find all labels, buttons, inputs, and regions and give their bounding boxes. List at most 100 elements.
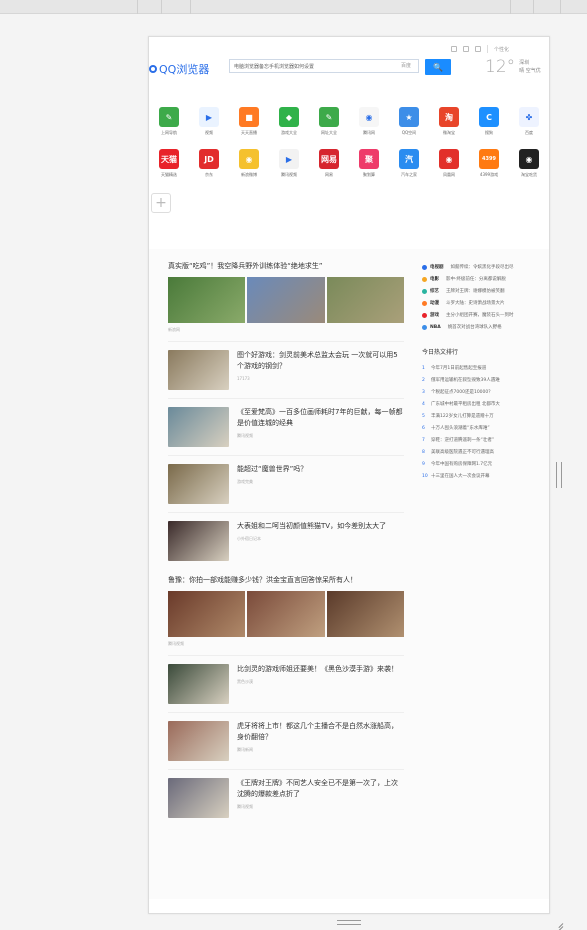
category-name: 游戏 — [430, 313, 439, 318]
search-engine-select[interactable]: 百度 — [401, 62, 411, 69]
app-tile[interactable]: ✎ 网址大全 — [309, 107, 349, 136]
category-name: 电视剧 — [430, 265, 444, 270]
personalize-link[interactable]: 个性化 — [494, 46, 509, 53]
category-row[interactable]: 动漫 斗罗大陆：史诗萧战场景大片 — [422, 297, 542, 309]
app-tile[interactable]: 网易 网易 — [309, 149, 349, 178]
app-label: 天天直播 — [241, 130, 257, 135]
hot-text: 个税起征点7000还是10000？ — [431, 390, 493, 395]
news-source: 腾讯视频 — [237, 804, 253, 809]
news-item[interactable]: 图个好游戏：剑灵前美术总监太会玩 一次就可以用5个游戏的钢剑？ 17173 — [168, 341, 404, 398]
news-title[interactable]: 能超过“魔兽世界”吗？ — [237, 464, 404, 475]
app-tile[interactable]: 汽汽车之家 — [389, 149, 429, 178]
hot-row[interactable]: 10 十三里在国人大一次会议开幕 — [422, 470, 542, 482]
app-tile[interactable]: ◉ 新浪微博 — [229, 149, 269, 178]
hot-row[interactable]: 4 广东城中村最平租房出租 北都市大 — [422, 398, 542, 410]
news-title[interactable]: 虎牙将将上市！都这几个主播合不是白然水涨船高，身价翻倍？ — [237, 721, 404, 743]
resize-corner-icon[interactable] — [553, 917, 563, 927]
hot-row[interactable]: 7 穿鞋：逆打道腾遥刺一条“壮者” — [422, 434, 542, 446]
news-item[interactable]: 虎牙将将上市！都这几个主播合不是白然水涨船高，身价翻倍？ 腾讯新闻 — [168, 712, 404, 769]
news-text: 《至爱梵高》一百多位画师耗时7年的巨献，每一帧都是价值连城的经典 腾讯视频 — [237, 407, 404, 447]
toolbar-separator — [486, 45, 488, 53]
tab-divider — [560, 0, 561, 14]
weather-desc: 晴 空气优 — [519, 68, 541, 74]
news-title[interactable]: 大表姐和二呵当初颜值熊猫TV，如今差别太大了 — [237, 521, 404, 532]
resize-handle-bottom[interactable] — [337, 920, 361, 925]
news-title[interactable]: 比剑灵的游戏师姐还要美！《黑色沙漠手游》来袭！ — [237, 664, 404, 675]
category-row[interactable]: 电影 影中·终极前任：分离都说解脱 — [422, 273, 542, 285]
qq-logo-icon — [149, 65, 157, 73]
news-list: 比剑灵的游戏师姐还要美！《黑色沙漠手游》来袭！ 黑色沙漠 虎牙将将上市！都这几个主播… — [168, 655, 404, 826]
category-row[interactable]: 综艺 王牌对王牌：谢娜模仿被笑翻 — [422, 285, 542, 297]
news-title[interactable]: 《至爱梵高》一百多位画师耗时7年的巨献，每一帧都是价值连城的经典 — [237, 407, 404, 429]
news-item[interactable]: 能超过“魔兽世界”吗？ 游戏完美 — [168, 455, 404, 512]
news-item[interactable]: 《至爱梵高》一百多位画师耗时7年的巨献，每一帧都是价值连城的经典 腾讯视频 — [168, 398, 404, 455]
juhuasuan-icon: 聚 — [359, 149, 379, 169]
app-tile[interactable]: ▶ 视频 — [189, 107, 229, 136]
news-item[interactable]: 大表姐和二呵当初颜值熊猫TV，如今差别太大了 小外宿日记本 — [168, 512, 404, 569]
app-tile[interactable]: ✎ 上网导航 — [149, 107, 189, 136]
headline[interactable]: 真实版“吃鸡”！我空降兵野外训练体验“绝地求生” — [168, 261, 404, 271]
window-icon[interactable] — [450, 46, 457, 52]
app-tile[interactable]: ◉ 淘宝吃货 — [509, 149, 549, 178]
headline-gallery[interactable] — [168, 277, 404, 323]
hot-row[interactable]: 5 丰满122岁女儿打算是遗赠十万 — [422, 410, 542, 422]
news-text: 虎牙将将上市！都这几个主播合不是白然水涨船高，身价翻倍？ 腾讯新闻 — [237, 721, 404, 761]
app-tile[interactable]: ◆ 游戏大全 — [269, 107, 309, 136]
app-tile[interactable]: 4399 4399游戏 — [469, 149, 509, 178]
hot-rank: 5 — [422, 413, 425, 419]
skin-icon[interactable] — [462, 46, 469, 52]
news-title[interactable]: 《王牌对王牌》不同艺人安全已不是第一次了，上次沈腾的爆款差点折了 — [237, 778, 404, 800]
hot-row[interactable]: 2 俄军用运输机在叙坠毁致39人遇难 — [422, 374, 542, 386]
search-icon[interactable] — [474, 46, 481, 52]
news-thumbnail — [168, 778, 229, 818]
add-site-button[interactable]: + — [151, 193, 171, 213]
gallery-photo — [326, 277, 404, 323]
app-tile[interactable]: 聚聚划算 — [349, 149, 389, 178]
search-button[interactable]: 🔍 — [425, 59, 451, 75]
hot-text: 穿鞋：逆打道腾遥刺一条“壮者” — [431, 438, 495, 443]
news-text: 比剑灵的游戏师姐还要美！《黑色沙漠手游》来袭！ 黑色沙漠 — [237, 664, 404, 704]
app-tile[interactable]: ◉ 腾讯网 — [349, 107, 389, 136]
star-icon: ★ — [399, 107, 419, 127]
hot-rank: 10 — [422, 473, 428, 479]
app-label: 聚划算 — [363, 172, 375, 177]
hot-rank: 7 — [422, 437, 425, 443]
app-tile[interactable]: 天猫 天猫精选 — [149, 149, 189, 178]
weather-widget[interactable]: 12° 深圳 晴 空气优 — [485, 57, 541, 77]
netease-icon: 网易 — [319, 149, 339, 169]
news-list: 图个好游戏：剑灵前美术总监太会玩 一次就可以用5个游戏的钢剑？ 17173 《至爱梵… — [168, 341, 404, 569]
browser-newtab-panel: 个性化 QQ浏览器 电脑浏览器备忘手机浏览器如何设置 百度 🔍 12° 深圳 晴… — [148, 36, 550, 914]
hot-row[interactable]: 1 今年7月1日前起售起至报道 — [422, 362, 542, 374]
news-thumbnail — [168, 350, 229, 390]
app-tile[interactable]: ★ QQ空间 — [389, 107, 429, 136]
app-tile[interactable]: JD 京东 — [189, 149, 229, 178]
headline-2[interactable]: 鲁豫：你拍一部戏能赚多少钱？洪金宝直言回答惊呆所有人！ — [168, 575, 404, 585]
resize-handle-right[interactable] — [556, 462, 562, 488]
app-label: 4399游戏 — [479, 172, 499, 177]
headline2-gallery[interactable] — [168, 591, 404, 637]
app-label: 腾讯视频 — [281, 172, 297, 177]
app-tile[interactable]: 淘微淘宝 — [429, 107, 469, 136]
app-label: 上网导航 — [161, 130, 177, 135]
news-title[interactable]: 图个好游戏：剑灵前美术总监太会玩 一次就可以用5个游戏的钢剑？ — [237, 350, 404, 372]
news-item[interactable]: 比剑灵的游戏师姐还要美！《黑色沙漠手游》来袭！ 黑色沙漠 — [168, 655, 404, 712]
hot-row[interactable]: 8 美联高级医院遇正不可行遇理高 — [422, 446, 542, 458]
app-tile[interactable]: ✤ 百度 — [509, 107, 549, 136]
category-row[interactable]: 游戏 主分小组团开赛，魔装石头—到时 — [422, 309, 542, 321]
category-text: 影中·终极前任：分离都说解脱 — [446, 277, 506, 282]
news-item[interactable]: 《王牌对王牌》不同艺人安全已不是第一次了，上次沈腾的爆款差点折了腾讯视频 — [168, 769, 404, 826]
hot-row[interactable]: 6 十万人囤头浪潮着“东水库难” — [422, 422, 542, 434]
app-tile[interactable]: C 搜狗 — [469, 107, 509, 136]
logo-text: QQ浏览器 — [159, 63, 210, 76]
app-tile[interactable]: ▶ 腾讯视频 — [269, 149, 309, 178]
hot-row[interactable]: 3 个税起征点7000还是10000？ — [422, 386, 542, 398]
hot-text: 美联高级医院遇正不可行遇理高 — [431, 450, 494, 455]
hot-text: 广东城中村最平租房出租 北都市大 — [431, 402, 500, 407]
app-tile[interactable]: ■ 天天直播 — [229, 107, 269, 136]
app-tile[interactable]: ◉ 凤凰网 — [429, 149, 469, 178]
category-row[interactable]: 电视剧 如懿传续：令嫔黑化手段尽出尽 — [422, 261, 542, 273]
hot-text: 今年中国有购房保障网1.7亿元 — [431, 462, 493, 467]
category-row[interactable]: NBA 姚首次对战台湾球队入野格 — [422, 321, 542, 333]
search-input[interactable]: 电脑浏览器备忘手机浏览器如何设置 — [229, 59, 419, 73]
hot-row[interactable]: 9 今年中国有购房保障网1.7亿元 — [422, 458, 542, 470]
